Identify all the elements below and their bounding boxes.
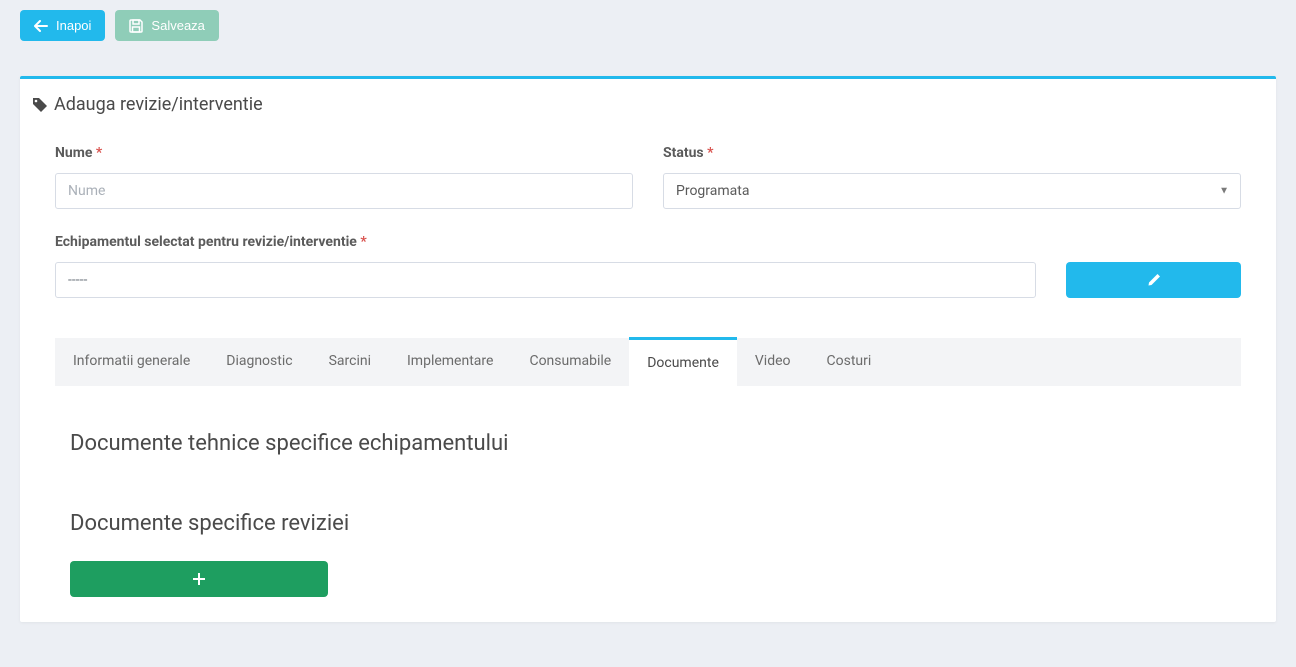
name-label: Nume * bbox=[55, 145, 633, 161]
required-star: * bbox=[360, 234, 366, 250]
panel-header: Adauga revizie/interventie bbox=[20, 79, 1276, 115]
tab-documente[interactable]: Documente bbox=[629, 337, 737, 386]
required-star: * bbox=[96, 145, 102, 161]
tab-diagnostic[interactable]: Diagnostic bbox=[208, 338, 310, 386]
tab-consumabile[interactable]: Consumabile bbox=[511, 338, 629, 386]
plus-icon bbox=[193, 573, 205, 585]
panel-title: Adauga revizie/interventie bbox=[54, 94, 263, 115]
tab-content-documente: Documente tehnice specifice echipamentul… bbox=[55, 386, 1241, 597]
required-star: * bbox=[707, 145, 713, 161]
tab-video[interactable]: Video bbox=[737, 338, 809, 386]
tab-costuri[interactable]: Costuri bbox=[809, 338, 890, 386]
section-heading-equipment-docs: Documente tehnice specifice echipamentul… bbox=[70, 431, 1226, 456]
status-label: Status * bbox=[663, 145, 1241, 161]
tab-informatii-generale[interactable]: Informatii generale bbox=[55, 338, 208, 386]
pencil-icon bbox=[1147, 273, 1161, 287]
back-label: Inapoi bbox=[56, 18, 91, 33]
status-select[interactable]: Programata bbox=[663, 173, 1241, 209]
top-toolbar: Inapoi Salveaza bbox=[20, 10, 1276, 41]
arrow-left-icon bbox=[34, 20, 48, 32]
add-document-button[interactable] bbox=[70, 561, 328, 597]
status-group: Status * Programata ▼ bbox=[663, 145, 1241, 209]
status-value: Programata bbox=[676, 183, 749, 199]
equipment-group: Echipamentul selectat pentru revizie/int… bbox=[55, 234, 1036, 298]
caret-down-icon: ▼ bbox=[1219, 186, 1229, 197]
save-icon bbox=[129, 19, 143, 33]
tab-sarcini[interactable]: Sarcini bbox=[311, 338, 389, 386]
name-group: Nume * bbox=[55, 145, 633, 209]
save-label: Salveaza bbox=[151, 18, 204, 33]
save-button[interactable]: Salveaza bbox=[115, 10, 218, 41]
tabs-nav: Informatii generale Diagnostic Sarcini I… bbox=[55, 338, 1241, 386]
tag-icon bbox=[32, 97, 48, 113]
equipment-input[interactable] bbox=[55, 262, 1036, 298]
section-heading-revision-docs: Documente specifice reviziei bbox=[70, 511, 1226, 536]
main-panel: Adauga revizie/interventie Nume * Status… bbox=[20, 76, 1276, 622]
name-input[interactable] bbox=[55, 173, 633, 209]
back-button[interactable]: Inapoi bbox=[20, 10, 105, 41]
edit-equipment-button[interactable] bbox=[1066, 262, 1241, 298]
equipment-label: Echipamentul selectat pentru revizie/int… bbox=[55, 234, 1036, 250]
tab-implementare[interactable]: Implementare bbox=[389, 338, 511, 386]
